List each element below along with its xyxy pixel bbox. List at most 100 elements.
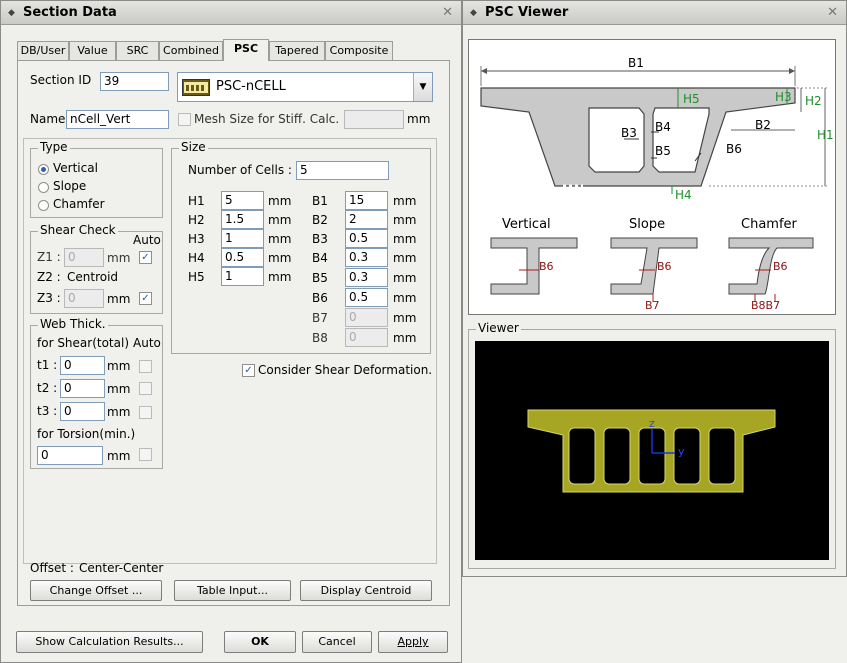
- tab-db-user[interactable]: DB/User: [17, 41, 69, 60]
- number-of-cells-input[interactable]: 5: [296, 161, 389, 180]
- b6-input[interactable]: 0.5: [345, 288, 388, 307]
- tab-tapered[interactable]: Tapered: [269, 41, 325, 60]
- dim-h4-label: H4: [675, 188, 692, 202]
- t1-label: t1 :: [37, 358, 58, 372]
- b5-label: B5: [312, 271, 328, 285]
- z1-label: Z1 :: [37, 250, 61, 264]
- detail-slope-b7: B7: [645, 299, 660, 312]
- h4-input[interactable]: 0.5: [221, 248, 264, 267]
- t2-auto-checkbox[interactable]: [139, 382, 152, 395]
- t1-input[interactable]: 0: [60, 356, 105, 375]
- z1-input[interactable]: 0: [64, 248, 104, 267]
- section-id-label: Section ID: [30, 73, 92, 87]
- b7-label: B7: [312, 311, 328, 325]
- table-input-button[interactable]: Table Input...: [174, 580, 291, 601]
- b7-input[interactable]: 0: [345, 308, 388, 327]
- b4-input[interactable]: 0.3: [345, 248, 388, 267]
- section-id-input[interactable]: 39: [100, 72, 169, 91]
- viewer-group-title: Viewer: [476, 321, 521, 335]
- shear-auto-label: Auto: [133, 233, 161, 247]
- t1-auto-checkbox[interactable]: [139, 360, 152, 373]
- section-sketch: B1 B2 B3 B4 B5 B6 H1 H2 H3 H4 H5 Vertica…: [468, 39, 836, 315]
- collapse-icon[interactable]: ◆: [8, 1, 15, 25]
- t3-auto-checkbox[interactable]: [139, 406, 152, 419]
- tab-combined[interactable]: Combined: [159, 41, 223, 60]
- b3-input[interactable]: 0.5: [345, 229, 388, 248]
- h3-label: H3: [188, 232, 205, 246]
- psc-ncell-icon: [182, 79, 210, 96]
- type-slope-label: Slope: [53, 179, 87, 193]
- b2-label: B2: [312, 213, 328, 227]
- type-vertical-radio[interactable]: [38, 164, 49, 175]
- h2-input[interactable]: 1.5: [221, 210, 264, 229]
- h2-unit: mm: [268, 213, 292, 227]
- psc-viewer-titlebar: ◆ PSC Viewer ✕: [463, 1, 846, 25]
- dim-b6-label: B6: [726, 142, 742, 156]
- type-slope-radio[interactable]: [38, 182, 49, 193]
- z1-auto-checkbox[interactable]: ✓: [139, 251, 152, 264]
- detail-slope-label: Slope: [629, 217, 666, 232]
- tab-psc[interactable]: PSC: [223, 39, 269, 61]
- offset-label: Offset :: [30, 561, 74, 575]
- section-viewer-canvas[interactable]: z y: [475, 341, 829, 560]
- tab-composite[interactable]: Composite: [325, 41, 393, 60]
- z1-unit: mm: [107, 251, 131, 265]
- t3-input[interactable]: 0: [60, 402, 105, 421]
- b2-input[interactable]: 2: [345, 210, 388, 229]
- t3-unit: mm: [107, 405, 131, 419]
- b3-label: B3: [312, 232, 328, 246]
- z3-auto-checkbox[interactable]: ✓: [139, 292, 152, 305]
- mesh-size-label: Mesh Size for Stiff. Calc.: [194, 112, 340, 126]
- dropdown-arrow-icon[interactable]: ▼: [413, 73, 432, 101]
- torsion-auto-checkbox[interactable]: [139, 448, 152, 461]
- show-calculation-results-button[interactable]: Show Calculation Results...: [16, 631, 203, 653]
- tab-src[interactable]: SRC: [116, 41, 159, 60]
- z3-input[interactable]: 0: [64, 289, 104, 308]
- b5-input[interactable]: 0.3: [345, 268, 388, 287]
- h3-input[interactable]: 1: [221, 229, 264, 248]
- type-chamfer-radio[interactable]: [38, 200, 49, 211]
- b6-unit: mm: [393, 291, 417, 305]
- collapse-icon[interactable]: ◆: [470, 1, 477, 25]
- apply-button[interactable]: Apply: [378, 631, 448, 653]
- close-icon[interactable]: ✕: [827, 1, 838, 25]
- offset-value: Center-Center: [79, 561, 164, 575]
- t1-unit: mm: [107, 359, 131, 373]
- dim-b1-label: B1: [628, 56, 644, 70]
- b4-unit: mm: [393, 251, 417, 265]
- type-group-title: Type: [38, 140, 70, 154]
- close-icon[interactable]: ✕: [442, 1, 453, 25]
- axis-y-label: y: [678, 445, 685, 458]
- detail-chamfer-label: Chamfer: [741, 217, 797, 232]
- detail-vertical-b6: B6: [539, 260, 554, 273]
- tab-value[interactable]: Value: [69, 41, 116, 60]
- dim-b2-label: B2: [755, 118, 771, 132]
- section-data-titlebar: ◆ Section Data ✕: [1, 1, 461, 25]
- z2-label: Z2 :: [37, 270, 61, 284]
- change-offset-button[interactable]: Change Offset ...: [30, 580, 162, 601]
- mesh-size-checkbox[interactable]: [178, 113, 191, 126]
- web-auto-label: Auto: [133, 336, 161, 350]
- h5-input[interactable]: 1: [221, 267, 264, 286]
- t2-input[interactable]: 0: [60, 379, 105, 398]
- display-centroid-button[interactable]: Display Centroid: [300, 580, 432, 601]
- name-input[interactable]: nCell_Vert: [66, 110, 169, 129]
- cancel-button[interactable]: Cancel: [302, 631, 372, 653]
- b1-input[interactable]: 15: [345, 191, 388, 210]
- ok-button[interactable]: OK: [224, 631, 296, 653]
- b1-label: B1: [312, 194, 328, 208]
- z3-unit: mm: [107, 292, 131, 306]
- web-shear-label: for Shear(total): [37, 336, 130, 350]
- torsion-unit: mm: [107, 449, 131, 463]
- torsion-label: for Torsion(min.): [37, 427, 136, 441]
- torsion-input[interactable]: 0: [37, 446, 103, 465]
- consider-shear-checkbox[interactable]: ✓: [242, 364, 255, 377]
- dim-b5-label: B5: [655, 144, 671, 158]
- h1-input[interactable]: 5: [221, 191, 264, 210]
- b8-input[interactable]: 0: [345, 328, 388, 347]
- dim-b3-label: B3: [621, 126, 637, 140]
- mesh-size-input[interactable]: [344, 110, 404, 129]
- detail-slope-b6: B6: [657, 260, 672, 273]
- z3-label: Z3 :: [37, 291, 61, 305]
- section-type-select[interactable]: PSC-nCELL: [177, 72, 433, 102]
